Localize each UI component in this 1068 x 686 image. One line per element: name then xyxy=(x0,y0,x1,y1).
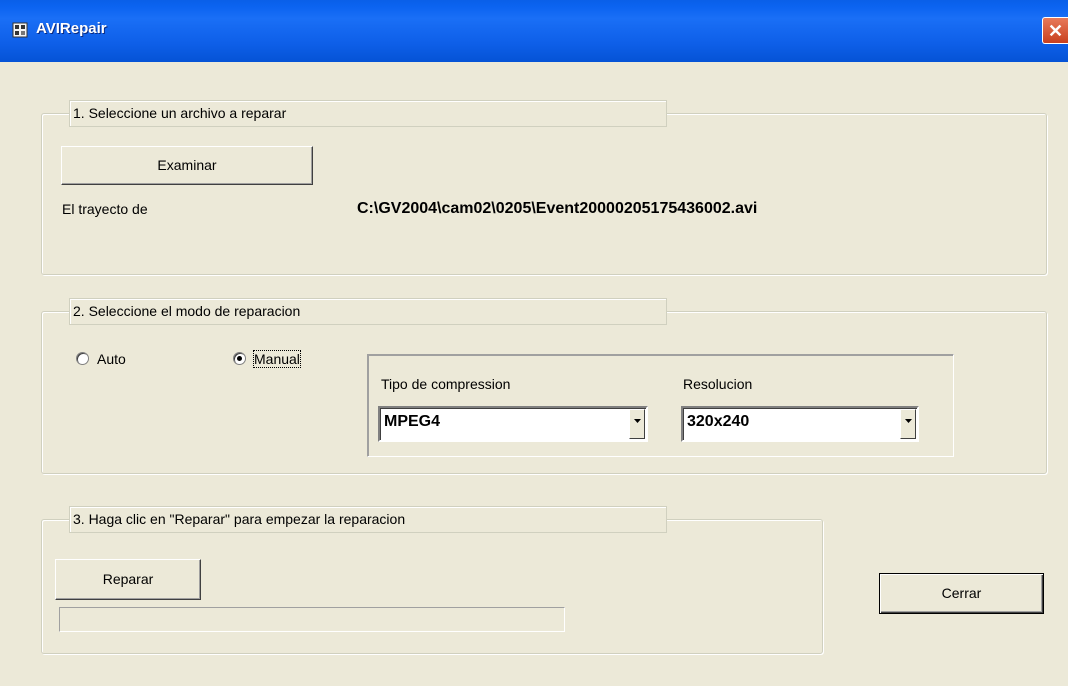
close-button-label: Cerrar xyxy=(941,585,982,601)
title-bar[interactable]: AVIRepair ✕ xyxy=(0,0,1068,62)
radio-selected-dot xyxy=(237,356,242,361)
app-icon xyxy=(12,22,28,38)
repair-mode-legend: 2. Seleccione el modo de reparacion xyxy=(69,298,667,325)
file-path-value: C:\GV2004\cam02\0205\Event20000205175436… xyxy=(357,200,758,217)
radio-auto[interactable]: Auto xyxy=(76,349,146,369)
resolution-dropdown-button[interactable] xyxy=(900,409,916,439)
close-window-button[interactable]: ✕ xyxy=(1042,17,1068,44)
file-select-group xyxy=(41,113,1047,275)
browse-button-label: Examinar xyxy=(157,157,217,173)
resolution-value: 320x240 xyxy=(687,413,750,430)
close-button[interactable]: Cerrar xyxy=(879,573,1044,614)
file-select-legend: 1. Seleccione un archivo a reparar xyxy=(69,100,667,127)
chevron-down-icon xyxy=(634,419,641,423)
radio-auto-indicator[interactable] xyxy=(76,352,89,365)
compression-label: Tipo de compression xyxy=(381,376,511,392)
compression-dropdown-button[interactable] xyxy=(629,409,645,439)
radio-manual-indicator[interactable] xyxy=(233,352,246,365)
window-title: AVIRepair xyxy=(36,20,107,37)
radio-manual[interactable]: Manual xyxy=(233,349,323,369)
repair-button[interactable]: Reparar xyxy=(55,559,201,600)
compression-value: MPEG4 xyxy=(384,413,441,430)
resolution-label: Resolucion xyxy=(683,376,753,392)
repair-action-legend: 3. Haga clic en "Reparar" para empezar l… xyxy=(69,506,667,533)
path-label: El trayecto de xyxy=(62,201,148,217)
chevron-down-icon xyxy=(905,419,912,423)
radio-manual-label: Manual xyxy=(253,350,301,368)
resolution-select[interactable]: 320x240 xyxy=(681,406,919,442)
repair-button-label: Reparar xyxy=(102,571,154,587)
radio-auto-label: Auto xyxy=(97,351,126,367)
compression-select[interactable]: MPEG4 xyxy=(378,406,648,442)
close-icon: ✕ xyxy=(1047,21,1064,41)
browse-button[interactable]: Examinar xyxy=(61,146,313,185)
repair-progress-bar xyxy=(59,607,565,632)
